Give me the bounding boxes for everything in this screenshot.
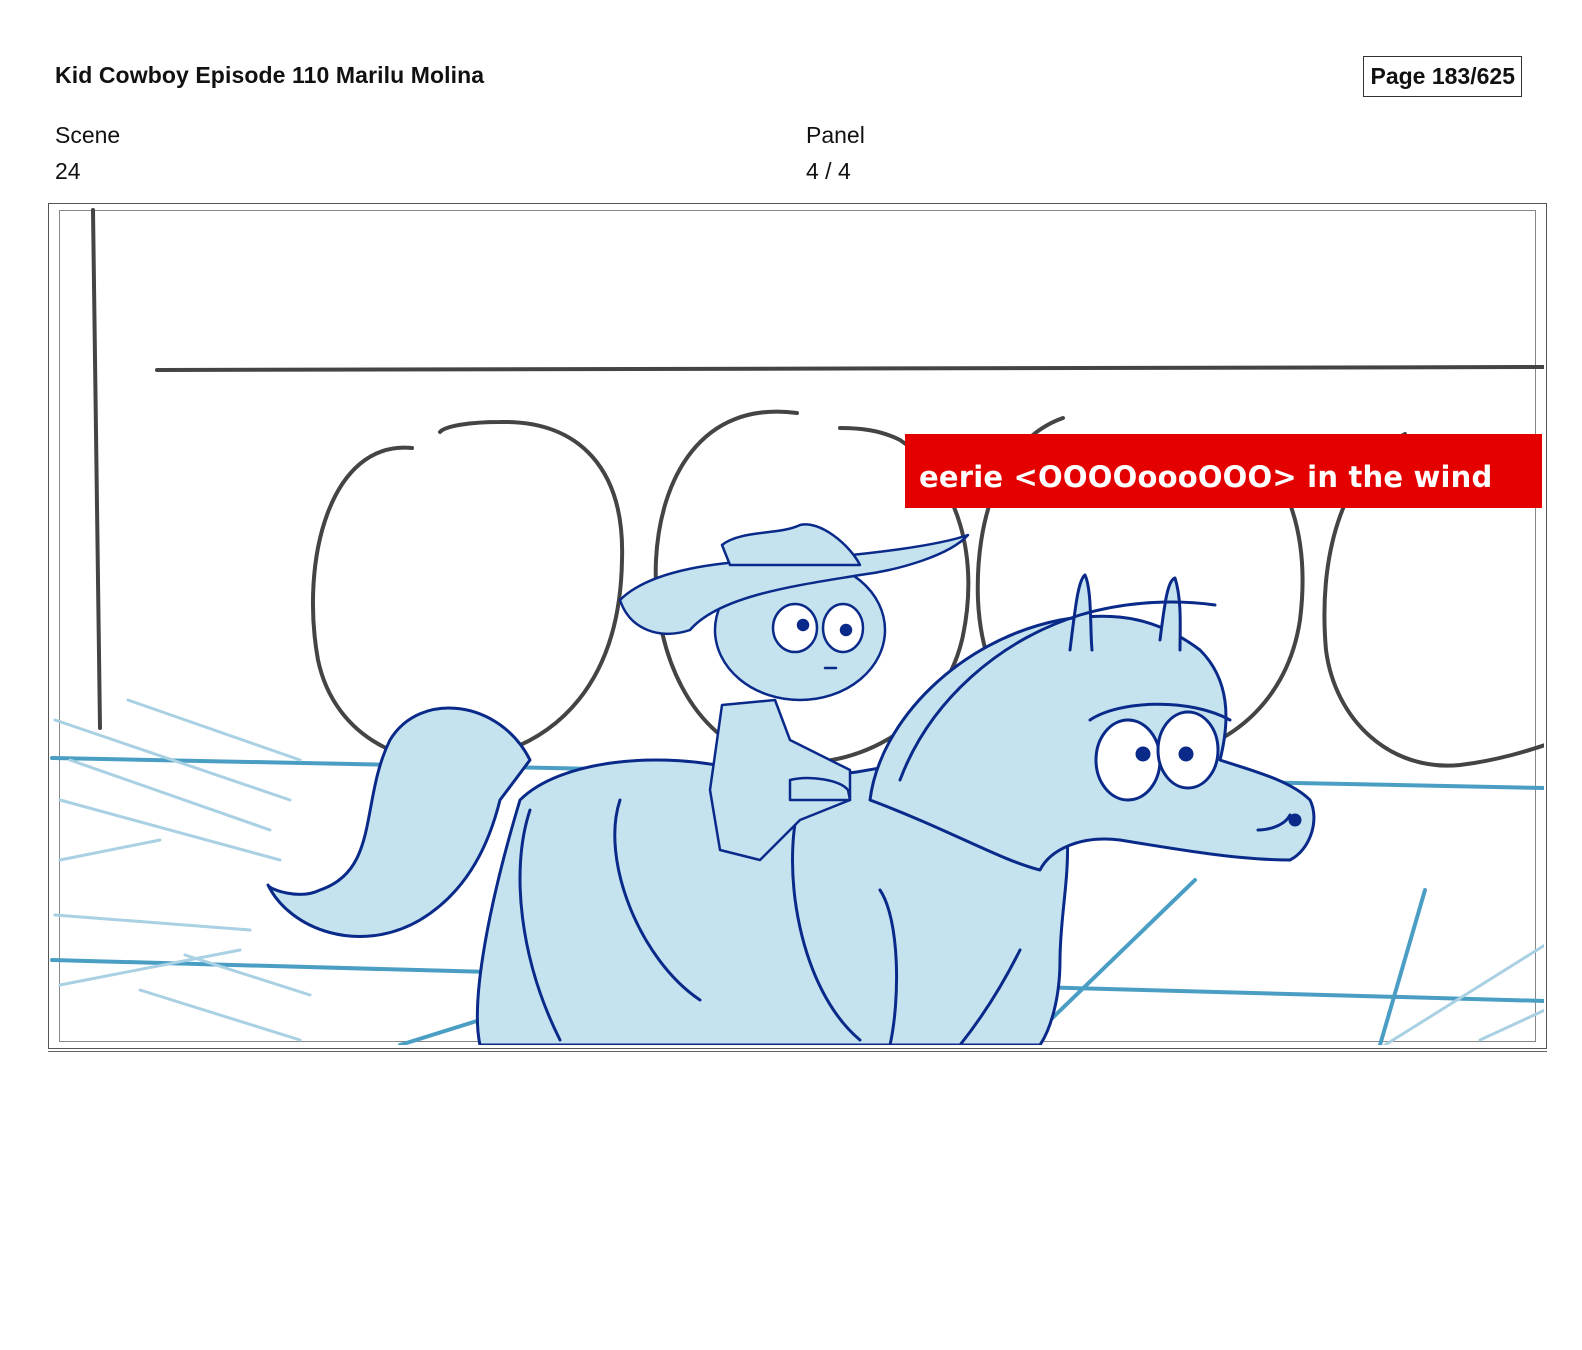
storyboard-sketch [50, 208, 1544, 1045]
panel-bottom-rule [48, 1051, 1547, 1052]
panel-caption-box: eerie <OOOOoooOOO> in the wind [905, 434, 1542, 508]
panel-caption-text: eerie <OOOOoooOOO> in the wind [919, 460, 1493, 494]
